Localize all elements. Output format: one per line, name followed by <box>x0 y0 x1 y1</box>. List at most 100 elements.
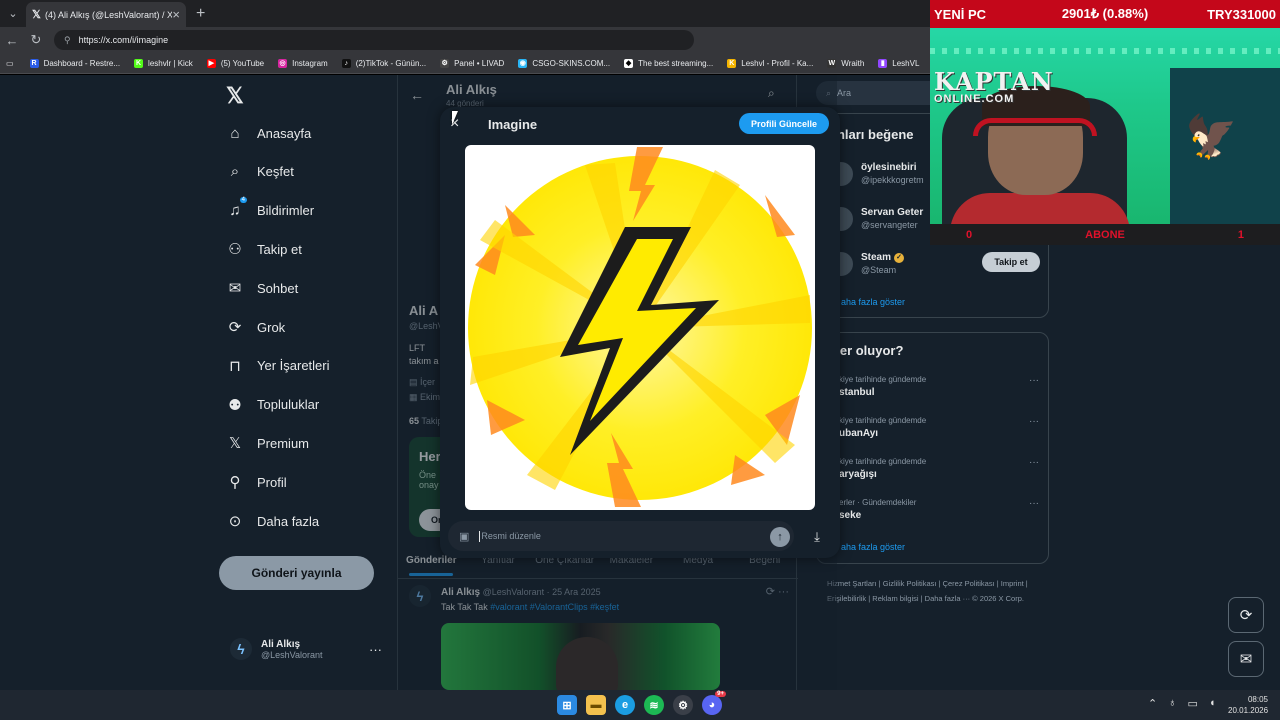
discord-icon[interactable]: ◕ 9+ <box>702 691 726 715</box>
more-icon[interactable]: ··· <box>1029 375 1039 386</box>
x-logo-icon[interactable]: 𝕏 <box>226 83 244 109</box>
bookmark-item[interactable]: R Dashboard - Restre... <box>29 58 121 68</box>
bookmark-label: Leshvl - Profil - Ka... <box>741 58 814 68</box>
x-logo-icon: 𝕏 <box>32 9 41 21</box>
bookmark-item[interactable]: W Wraith <box>827 58 865 68</box>
nav-label: Bildirimler <box>257 203 315 219</box>
nav-label: Topluluklar <box>257 397 320 413</box>
url-input[interactable]: ⚲ https://x.com/i/imagine <box>54 30 694 50</box>
input-placeholder: Resmi düzenle <box>481 531 541 541</box>
steam-icon[interactable]: ⚙ <box>673 695 693 715</box>
chevron-up-icon[interactable]: ⌃ <box>1148 697 1157 710</box>
trend-item[interactable]: kiye tarihinde gündemde ubanAyı ··· <box>839 416 1039 439</box>
system-tray: ⌃ ♁ ▭ ◖ <box>1148 697 1216 710</box>
back-icon[interactable]: ← <box>0 33 24 48</box>
trend-item[interactable]: kiye tarihinde gündemde stanbul ··· <box>839 375 1039 398</box>
microphone-icon[interactable]: ♁ <box>1168 697 1176 710</box>
nav-item-profile[interactable]: ⚲ Profil <box>226 473 287 491</box>
update-profile-button[interactable]: Profili Güncelle <box>739 113 829 134</box>
nav-label: Premium <box>257 435 310 451</box>
bookmark-favicon-icon: K <box>727 58 737 68</box>
bookmark-item[interactable]: ♪ (2)TikTok - Günün... <box>341 58 426 68</box>
nav-item-add-user[interactable]: ⚇ Takip et <box>226 240 302 258</box>
messages-icon[interactable]: ✉ <box>1228 641 1264 677</box>
bookmark-item[interactable]: ▮ LeshVL <box>878 58 919 68</box>
more-circle-icon: ⊙ <box>228 513 242 530</box>
tab-search-icon[interactable]: ⌄ <box>0 0 26 27</box>
bookmark-favicon-icon: K <box>134 58 144 68</box>
trend-name: ubanAyı <box>839 428 879 439</box>
nav-item-mail[interactable]: ✉ Sohbet <box>226 279 299 297</box>
footer-links[interactable]: Hizmet Şartları | Gizlilik Politikası | … <box>827 577 1047 606</box>
trend-item[interactable]: kiye tarihinde gündemde aryağışı ··· <box>839 457 1039 480</box>
user-handle: @servangeter <box>861 220 918 230</box>
nav-item-x-premium[interactable]: 𝕏 Premium <box>226 434 309 452</box>
bookmark-favicon-icon: R <box>29 58 39 68</box>
show-more-link[interactable]: aha fazla göster <box>841 297 905 307</box>
url-text: https://x.com/i/imagine <box>78 35 169 45</box>
nav-item-bell[interactable]: ♫ 4 Bildirimler <box>226 196 315 220</box>
bookmarks-menu-icon[interactable]: ▭ <box>6 59 14 68</box>
windows-start-icon[interactable]: ⊞ <box>557 695 577 715</box>
bookmark-item[interactable]: ⚙ Panel • LIVAD <box>440 58 504 68</box>
more-icon[interactable]: ··· <box>1029 457 1039 468</box>
more-icon[interactable]: ··· <box>1029 416 1039 427</box>
post-button[interactable]: Gönderi yayınla <box>219 556 374 590</box>
nav-label: Takip et <box>257 241 302 257</box>
nav-label: Profil <box>257 474 287 490</box>
bookmark-label: Wraith <box>841 58 865 68</box>
user-handle: @ipekkkogretm <box>861 175 924 185</box>
bookmark-favicon-icon: ◉ <box>518 58 528 68</box>
add-user-icon: ⚇ <box>228 241 242 259</box>
nav-item-communities[interactable]: ⚉ Topluluklar <box>226 396 319 414</box>
notification-badge: 4 <box>239 196 247 203</box>
modal-title: Imagine <box>488 117 538 132</box>
reload-icon[interactable]: ↻ <box>24 32 48 48</box>
bookmarks-bar: ▭ R Dashboard - Restre... Kleshvlr | Kick ▶… <box>0 53 930 74</box>
download-icon[interactable]: ⤓ <box>806 526 828 548</box>
trend-item[interactable]: erler · Gündemdekiler seke ··· <box>839 498 1039 521</box>
bookmark-label: Dashboard - Restre... <box>43 58 121 68</box>
bookmark-item[interactable]: ◎ Instagram <box>278 58 328 68</box>
edit-image-input[interactable]: ▣ Resmi düzenle <box>448 521 794 551</box>
nav-item-grok[interactable]: ⟳ Grok <box>226 318 285 336</box>
new-tab-icon[interactable]: + <box>196 5 205 23</box>
nav-item-search[interactable]: ⌕ Keşfet <box>226 163 294 181</box>
goal-progress: 2901₺ (0.88%) <box>1061 6 1149 21</box>
bookmark-item[interactable]: ◉ CSGO-SKINS.COM... <box>518 58 610 68</box>
nav-item-more-circle[interactable]: ⊙ Daha fazla <box>226 512 319 530</box>
taskbar-clock[interactable]: 08:05 20.01.2026 <box>1228 694 1268 716</box>
trend-context: erler · Gündemdekiler <box>839 498 917 507</box>
browser-tab[interactable]: 𝕏 (4) Ali Alkış (@LeshValorant) / X × <box>26 2 186 27</box>
network-icon[interactable]: ▭ <box>1187 697 1197 710</box>
stream-overlay: YENİ PC 2901₺ (0.88%) TRY331000 🦅 KAPTAN… <box>930 0 1280 245</box>
follow-button[interactable]: Takip et <box>982 252 1040 272</box>
bookmark-item[interactable]: Kleshvlr | Kick <box>134 58 193 68</box>
account-switcher[interactable]: ϟ Ali Alkış @LeshValorant ··· <box>230 638 390 660</box>
edge-browser-icon[interactable]: e <box>615 695 635 715</box>
more-icon[interactable]: ··· <box>369 642 382 657</box>
user-name: Steam ✓ <box>861 252 905 263</box>
card-title: unları beğene <box>829 127 914 142</box>
show-more-link[interactable]: aha fazla göster <box>841 542 905 552</box>
grok-icon[interactable]: ⟳ <box>1228 597 1264 633</box>
tab-close-icon[interactable]: × <box>172 7 180 22</box>
site-info-icon[interactable]: ⚲ <box>64 35 71 46</box>
send-button[interactable]: ↑ <box>770 527 790 547</box>
spotify-icon[interactable]: ≋ <box>644 695 664 715</box>
bookmark-item[interactable]: ◆ The best streaming... <box>624 58 713 68</box>
volume-icon[interactable]: ◖ <box>1209 697 1216 710</box>
nav-label: Daha fazla <box>257 513 320 529</box>
nav-label: Keşfet <box>257 164 294 180</box>
bookmark-item[interactable]: ▶ (5) YouTube <box>206 58 264 68</box>
bookmark-item[interactable]: K Leshvl - Profil - Ka... <box>727 58 814 68</box>
who-to-follow-item[interactable]: Steam ✓ @Steam Takip et <box>817 250 1040 284</box>
nav-item-bookmark[interactable]: ⊓ Yer İşaretleri <box>226 357 329 375</box>
user-handle: @Steam <box>861 265 897 275</box>
nav-item-home[interactable]: ⌂ Anasayfa <box>226 124 311 142</box>
more-icon[interactable]: ··· <box>1029 498 1039 509</box>
card-title: eler oluyor? <box>829 343 904 358</box>
text-caret <box>479 530 481 542</box>
file-explorer-icon[interactable]: ▬ <box>586 695 606 715</box>
bookmark-favicon-icon: W <box>827 58 837 68</box>
